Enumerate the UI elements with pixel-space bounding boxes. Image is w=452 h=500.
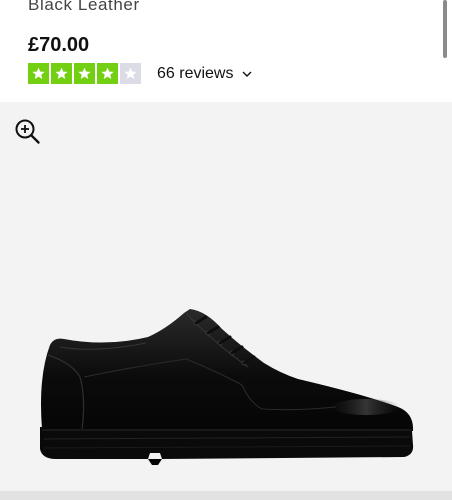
- product-color-name: Black Leather: [28, 0, 140, 14]
- product-price: £70.00: [28, 34, 90, 56]
- star-icon: [74, 63, 95, 84]
- star-rating[interactable]: [28, 63, 141, 84]
- chevron-down-icon: [242, 70, 252, 78]
- scrollbar-thumb[interactable]: [443, 0, 447, 58]
- shoe-illustration: [40, 309, 414, 465]
- gallery-bottom-divider: [0, 491, 452, 500]
- star-icon: [51, 63, 72, 84]
- star-icon: [120, 63, 141, 84]
- product-image-gallery[interactable]: [0, 102, 452, 491]
- reviews-link[interactable]: 66 reviews: [157, 63, 252, 85]
- star-icon: [28, 63, 49, 84]
- product-header: Black Leather £70.00 66 reviews: [0, 0, 452, 102]
- star-icon: [97, 63, 118, 84]
- reviews-count: 66 reviews: [157, 65, 234, 82]
- product-image: [36, 307, 418, 475]
- zoom-in-icon[interactable]: [14, 118, 41, 145]
